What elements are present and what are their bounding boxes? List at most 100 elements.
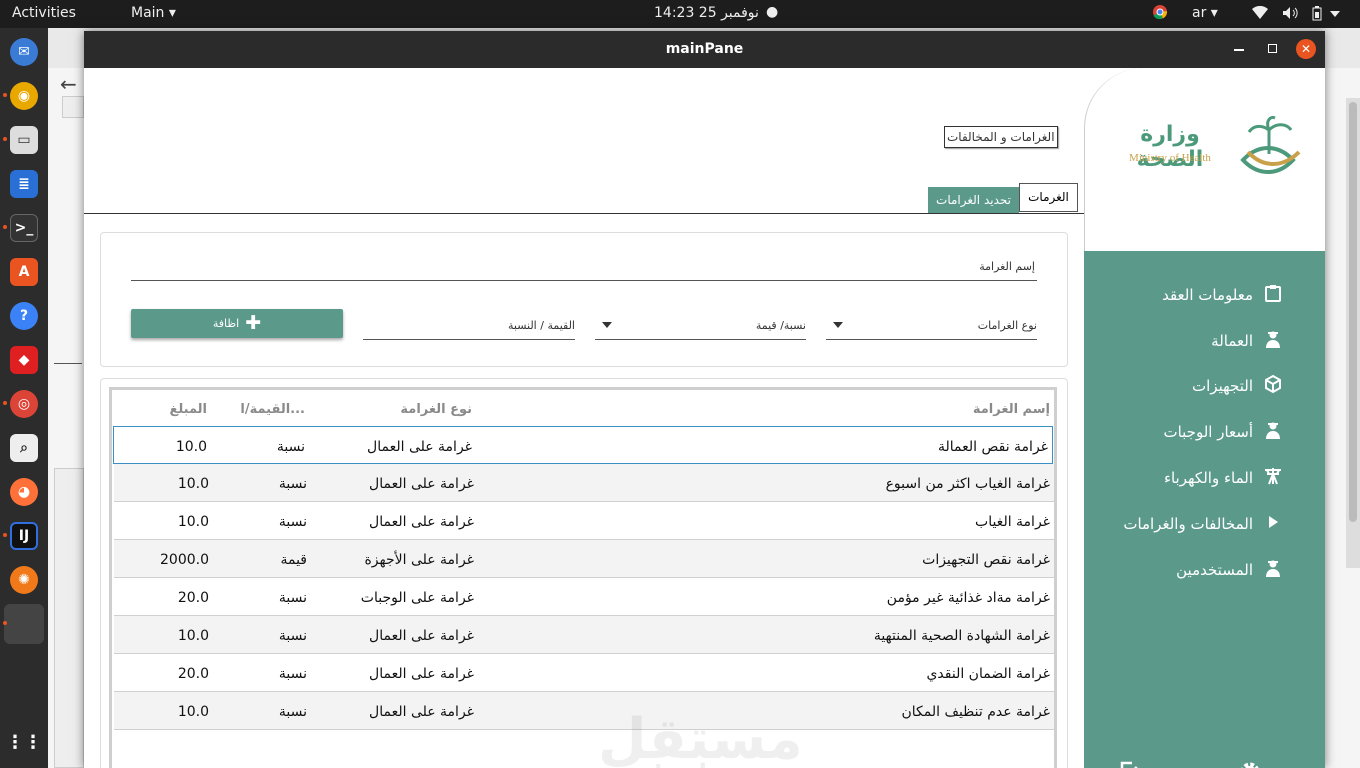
- cell-fine-name: غرامة عدم تنظيف المكان: [901, 704, 1050, 720]
- sidebar-item-1[interactable]: معلومات العقد: [1162, 283, 1283, 307]
- cell-fine-name: غرامة الغياب اكثر من اسبوع: [885, 476, 1050, 492]
- mode-select-label: نسبة/ قيمة: [755, 319, 806, 332]
- input-language[interactable]: ar ▾: [1192, 5, 1218, 21]
- cell-amount: 10.0: [177, 476, 209, 492]
- java-app-icon[interactable]: [4, 604, 44, 644]
- sidebar-item-2[interactable]: العمالة: [1211, 329, 1283, 353]
- logout-icon[interactable]: [1118, 760, 1142, 768]
- col-value-mode[interactable]: القيمة/ا...: [240, 402, 305, 417]
- application-dock: ✉ ◉ ▭ ≣ >_ A ? ◆ ◎ ⌕ ◕ IJ ✺ ⋮⋮: [0, 28, 48, 768]
- software-center-icon[interactable]: A: [10, 258, 38, 286]
- minimize-icon[interactable]: [1234, 49, 1244, 51]
- firefox-icon[interactable]: ◕: [10, 478, 38, 506]
- table-row[interactable]: غرامة نقص التجهيزات غرامة على الأجهزة قيمة…: [114, 540, 1054, 578]
- anydesk-icon[interactable]: ◆: [10, 346, 38, 374]
- table-row[interactable]: غرامة نقص العمالة غرامة على العمال نسبة 10.…: [113, 426, 1053, 464]
- background-panel: [54, 468, 84, 768]
- sidebar-item-4[interactable]: أسعار الوجبات: [1163, 420, 1283, 444]
- help-icon[interactable]: ?: [10, 302, 38, 330]
- col-amount[interactable]: المبلغ: [169, 402, 207, 417]
- thunderbird-icon[interactable]: ✉: [10, 38, 38, 66]
- sidebar-item-5[interactable]: الماء والكهرباء: [1164, 466, 1283, 490]
- app-menu[interactable]: Main ▾: [131, 5, 176, 21]
- running-indicator: [3, 137, 7, 141]
- cell-amount: 10.0: [177, 704, 209, 720]
- magnifier-icon[interactable]: ⌕: [10, 434, 38, 462]
- wifi-icon[interactable]: [1252, 5, 1268, 24]
- intellij-icon[interactable]: IJ: [10, 522, 38, 550]
- mode-select[interactable]: [595, 339, 806, 340]
- window-title: mainPane: [665, 41, 744, 57]
- sidebar-item-7[interactable]: المستخدمين: [1176, 558, 1283, 582]
- tower-icon: [1263, 466, 1283, 490]
- sidebar-item-6[interactable]: المخالفات والغرامات: [1123, 512, 1283, 536]
- clock[interactable]: 14:23 25 نوفمبر: [654, 5, 759, 21]
- sidebar-nav: معلومات العقد العمالة التجهيزات أسعار الوجب…: [1084, 251, 1325, 768]
- cell-amount: 10.0: [177, 628, 209, 644]
- type-dropdown-icon[interactable]: [833, 322, 843, 328]
- activities-button[interactable]: Activities: [12, 5, 76, 21]
- play-icon: [1263, 512, 1283, 536]
- background-scrollbar[interactable]: [1346, 98, 1360, 568]
- clipboard-icon: [1263, 283, 1283, 307]
- running-indicator: [3, 93, 7, 97]
- table-row[interactable]: غرامة الغياب اكثر من اسبوع غرامة على العم…: [114, 464, 1054, 502]
- show-applications-icon[interactable]: ⋮⋮: [6, 728, 42, 756]
- volume-icon[interactable]: [1282, 6, 1298, 24]
- type-select[interactable]: [826, 339, 1037, 340]
- chrome-indicator-icon[interactable]: [1152, 4, 1168, 24]
- settings-gear-icon[interactable]: [1238, 760, 1262, 768]
- writer-icon[interactable]: ≣: [10, 170, 38, 198]
- add-button-label: اظافة: [212, 317, 240, 330]
- cell-fine-type: غرامة على الأجهزة: [364, 552, 474, 568]
- maximize-icon[interactable]: [1268, 44, 1277, 53]
- system-menu-icon[interactable]: [1330, 6, 1340, 22]
- scroll-up-icon[interactable]: [62, 96, 84, 118]
- sidebar: وزارة الصحة Ministry of Health معلومات ا…: [1084, 68, 1325, 768]
- battery-icon[interactable]: [1312, 6, 1322, 25]
- table-row[interactable]: غرامة عدم تنظيف المكان غرامة على العمال نس…: [114, 692, 1054, 730]
- sidebar-item-3[interactable]: التجهيزات: [1192, 374, 1283, 398]
- cell-value-mode: نسبة: [278, 628, 307, 644]
- sidebar-item-label: العمالة: [1211, 332, 1253, 350]
- cell-fine-name: غرامة مةاد غذائية غير مؤمن: [886, 590, 1050, 606]
- cell-value-mode: نسبة: [278, 514, 307, 530]
- table-header: إسم الغرامة نوع الغرامة القيمة/ا... المب…: [112, 390, 1054, 426]
- fine-form-panel: إسم الغرامة ✚ اظافة القيمة / النسبة نسبة…: [100, 232, 1068, 367]
- main-window: mainPane ✕ الغرامات و المخالفات الغرمات …: [84, 31, 1325, 768]
- cell-fine-name: غرامة الشهادة الصحية المنتهية: [873, 628, 1050, 644]
- col-fine-type[interactable]: نوع الغرامة: [400, 402, 472, 417]
- window-titlebar[interactable]: mainPane ✕: [84, 31, 1325, 68]
- tab-fines[interactable]: الغرمات: [1019, 183, 1078, 212]
- table-row[interactable]: غرامة مةاد غذائية غير مؤمن غرامة على الوج…: [114, 578, 1054, 616]
- cell-value-mode: قيمة: [280, 552, 307, 568]
- type-select-label: نوع الغرامات: [977, 319, 1037, 332]
- files-icon[interactable]: ▭: [10, 126, 38, 154]
- worker-icon: [1263, 420, 1283, 444]
- fine-name-input[interactable]: [131, 280, 1037, 281]
- scrollbar-thumb[interactable]: [1349, 102, 1357, 522]
- back-arrow-icon[interactable]: ←: [60, 72, 77, 96]
- fines-table-panel: إسم الغرامة نوع الغرامة القيمة/ا... المب…: [100, 378, 1068, 768]
- table-row[interactable]: غرامة الضمان النقدي غرامة على العمال نسبة 2…: [114, 654, 1054, 692]
- rhythmbox-icon[interactable]: ◉: [10, 82, 38, 110]
- terminal-icon[interactable]: >_: [10, 214, 38, 242]
- col-fine-name[interactable]: إسم الغرامة: [973, 402, 1050, 417]
- mode-dropdown-icon[interactable]: [602, 322, 612, 328]
- value-input[interactable]: [363, 339, 575, 340]
- burner-icon[interactable]: ✺: [10, 566, 38, 594]
- cell-fine-name: غرامة نقص العمالة: [937, 439, 1048, 455]
- tab-define-fines[interactable]: تحديد الغرامات: [928, 187, 1019, 213]
- close-icon[interactable]: ✕: [1296, 39, 1316, 59]
- box-icon: [1263, 374, 1283, 398]
- table-row[interactable]: غرامة الشهادة الصحية المنتهية غرامة على ا…: [114, 616, 1054, 654]
- running-indicator: [3, 225, 7, 229]
- fine-name-label: إسم الغرامة: [979, 260, 1035, 273]
- cell-fine-type: غرامة على العمال: [369, 476, 474, 492]
- chrome-icon[interactable]: ◎: [10, 390, 38, 418]
- add-button[interactable]: ✚ اظافة: [131, 309, 343, 338]
- table-row[interactable]: غرامة الغياب غرامة على العمال نسبة 10.0: [114, 502, 1054, 540]
- cell-value-mode: نسبة: [278, 704, 307, 720]
- sidebar-item-label: أسعار الوجبات: [1163, 423, 1253, 441]
- cell-amount: 20.0: [177, 590, 209, 606]
